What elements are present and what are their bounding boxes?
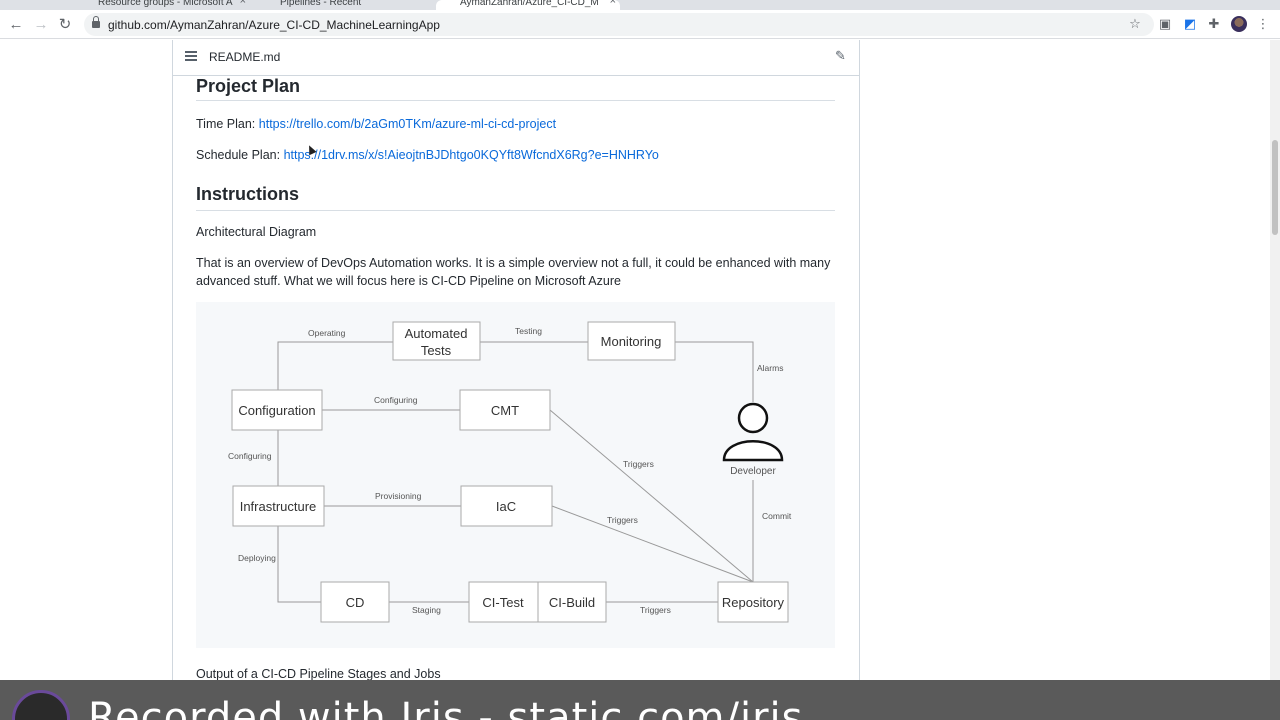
tab-label: Pipelines - Recent	[280, 0, 362, 8]
scrollbar-thumb[interactable]	[1272, 140, 1278, 235]
banner-text: Recorded with Iris - static.com/iris	[88, 695, 804, 720]
output-label: Output of a CI-CD Pipeline Stages and Jo…	[196, 667, 441, 680]
node-infrastructure: Infrastructure	[240, 499, 317, 514]
node-repository: Repository	[722, 595, 785, 610]
image-extension-icon[interactable]: ▣	[1156, 15, 1174, 33]
reload-icon[interactable]: ↻	[55, 15, 75, 35]
architectural-diagram-label: Architectural Diagram	[196, 225, 317, 239]
node-ci-test: CI-Test	[482, 595, 524, 610]
time-plan-label: Time Plan:	[196, 117, 259, 131]
lock-icon	[92, 16, 100, 29]
avatar[interactable]	[1231, 16, 1247, 32]
readme-filename: README.md	[209, 50, 281, 64]
close-icon[interactable]: ×	[240, 0, 246, 7]
page-scrollbar[interactable]	[1270, 40, 1280, 680]
browser-toolbar: ← → ↻ github.com/AymanZahran/Azure_CI-CD…	[0, 10, 1280, 39]
edge-label-testing: Testing	[515, 326, 542, 336]
puzzle-icon[interactable]: ✚	[1205, 15, 1223, 33]
list-icon[interactable]	[185, 51, 197, 61]
iris-logo-icon	[12, 690, 70, 720]
page-content: README.md ✎ Project Plan Time Plan: http…	[0, 40, 1270, 680]
node-cmt: CMT	[491, 403, 519, 418]
star-icon[interactable]: ☆	[1126, 15, 1144, 33]
edge-label-triggers: Triggers	[607, 515, 638, 525]
tab-strip: Resource groups - Microsoft A × Pipeline…	[0, 0, 1280, 10]
project-plan-heading: Project Plan	[196, 76, 301, 96]
tab-resource-groups[interactable]: Resource groups - Microsoft A ×	[80, 0, 250, 10]
schedule-plan-line: Schedule Plan: https://1drv.ms/x/s!Aieoj…	[196, 146, 836, 164]
edge-label-configuring: Configuring	[228, 451, 272, 461]
edge-label-triggers: Triggers	[640, 605, 671, 615]
instructions-heading: Instructions	[196, 184, 300, 204]
tab-label: Resource groups - Microsoft A	[98, 0, 233, 8]
back-arrow-icon[interactable]: ←	[6, 15, 26, 35]
time-plan-link[interactable]: https://trello.com/b/2aGm0TKm/azure-ml-c…	[259, 117, 556, 131]
edge-label-commit: Commit	[762, 511, 792, 521]
edge-label-triggers: Triggers	[623, 459, 654, 469]
edge-label-alarms: Alarms	[757, 363, 783, 373]
edge-label-operating: Operating	[308, 328, 346, 338]
architecture-diagram: Operating Testing Alarms Configuring Con…	[196, 302, 835, 648]
node-iac: IaC	[496, 499, 516, 514]
node-monitoring: Monitoring	[601, 334, 662, 349]
edge-label-deploying: Deploying	[238, 553, 276, 563]
edge-label-configuring: Configuring	[374, 395, 418, 405]
pencil-icon[interactable]: ✎	[835, 48, 846, 64]
developer-person-icon	[722, 402, 784, 462]
kebab-menu-icon[interactable]: ⋮	[1254, 15, 1272, 33]
address-bar[interactable]: github.com/AymanZahran/Azure_CI-CD_Machi…	[84, 13, 1154, 36]
extension-icon[interactable]: ◩	[1181, 15, 1199, 33]
forward-arrow-icon[interactable]: →	[31, 15, 51, 35]
overview-paragraph: That is an overview of DevOps Automation…	[196, 256, 831, 288]
node-configuration: Configuration	[238, 403, 315, 418]
edge-label-staging: Staging	[412, 605, 441, 615]
tab-pipelines[interactable]: Pipelines - Recent	[262, 0, 432, 10]
tab-label: AymanZahran/Azure_CI-CD_M	[460, 0, 599, 8]
readme-header: README.md ✎	[173, 40, 859, 76]
schedule-plan-link[interactable]: https://1drv.ms/x/s!AieojtnBJDhtgo0KQYft…	[284, 148, 659, 162]
node-cd: CD	[346, 595, 365, 610]
node-automated-tests: Automated	[405, 326, 468, 341]
divider	[196, 210, 835, 211]
time-plan-line: Time Plan: https://trello.com/b/2aGm0TKm…	[196, 115, 836, 133]
edge-label-provisioning: Provisioning	[375, 491, 422, 501]
recording-banner: Recorded with Iris - static.com/iris	[0, 680, 1280, 720]
node-ci-build: CI-Build	[549, 595, 595, 610]
url-text: github.com/AymanZahran/Azure_CI-CD_Machi…	[108, 18, 440, 32]
tab-github-repo[interactable]: AymanZahran/Azure_CI-CD_M ×	[436, 0, 620, 10]
close-icon[interactable]: ×	[610, 0, 616, 7]
divider	[196, 100, 835, 101]
node-developer: Developer	[730, 466, 776, 477]
node-automated-tests: Tests	[421, 343, 452, 358]
schedule-plan-label: Schedule Plan:	[196, 148, 284, 162]
